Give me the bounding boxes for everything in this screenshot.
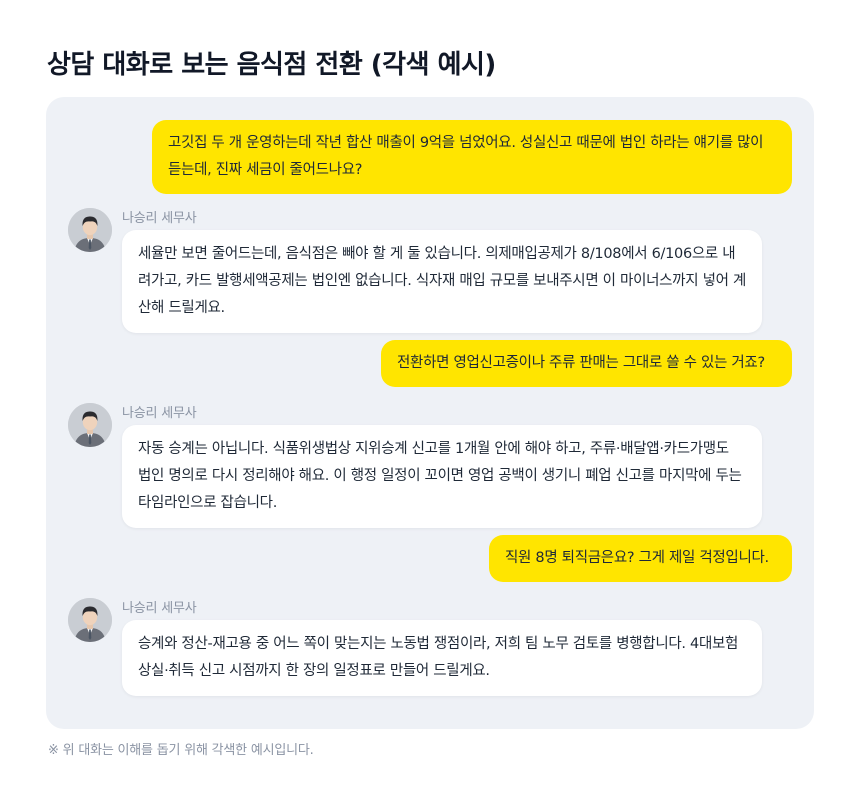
user-message-bubble: 전환하면 영업신고증이나 주류 판매는 그대로 쓸 수 있는 거죠? [381, 340, 792, 387]
advisor-avatar [68, 598, 112, 642]
footnote: ※ 위 대화는 이해를 돕기 위해 각색한 예시입니다. [48, 743, 314, 758]
page-title: 상담 대화로 보는 음식점 전환 (각색 예시) [47, 50, 496, 80]
advisor-name: 나승리 세무사 [122, 601, 197, 616]
advisor-avatar [68, 208, 112, 252]
chat-panel: 고깃집 두 개 운영하는데 작년 합산 매출이 9억을 넘었어요. 성실신고 때… [46, 97, 814, 729]
advisor-portrait-icon [68, 208, 112, 252]
advisor-portrait-icon [68, 403, 112, 447]
user-message-bubble: 직원 8명 퇴직금은요? 그게 제일 걱정입니다. [489, 535, 792, 582]
advisor-message-bubble: 세율만 보면 줄어드는데, 음식점은 빼야 할 게 둘 있습니다. 의제매입공제… [122, 230, 762, 333]
advisor-name: 나승리 세무사 [122, 211, 197, 226]
advisor-portrait-icon [68, 598, 112, 642]
user-message-bubble: 고깃집 두 개 운영하는데 작년 합산 매출이 9억을 넘었어요. 성실신고 때… [152, 120, 792, 194]
advisor-message-bubble: 승계와 정산-재고용 중 어느 쪽이 맞는지는 노동법 쟁점이라, 저희 팀 노… [122, 620, 762, 696]
advisor-name: 나승리 세무사 [122, 406, 197, 421]
advisor-avatar [68, 403, 112, 447]
advisor-message-bubble: 자동 승계는 아닙니다. 식품위생법상 지위승계 신고를 1개월 안에 해야 하… [122, 425, 762, 528]
